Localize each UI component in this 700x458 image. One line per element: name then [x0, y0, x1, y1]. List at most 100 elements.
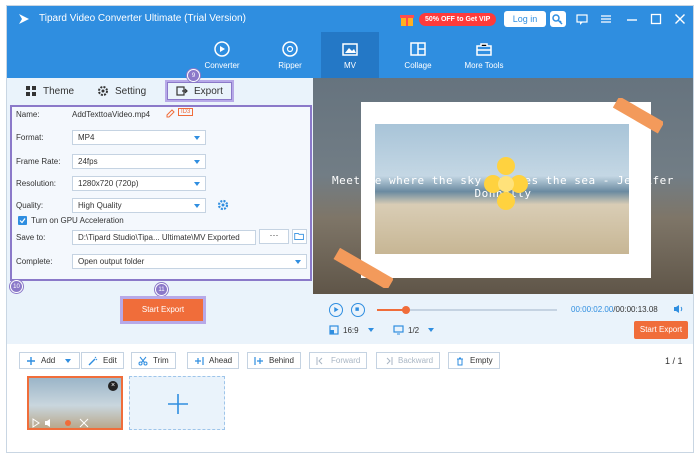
- backward-button[interactable]: Backward: [376, 352, 441, 369]
- start-export-button[interactable]: Start Export: [120, 296, 206, 324]
- close-icon[interactable]: [673, 12, 687, 26]
- nav-mv[interactable]: MV: [321, 32, 379, 78]
- panel-tabs: Theme Setting Export: [7, 78, 313, 102]
- tab-theme[interactable]: Theme: [25, 82, 74, 100]
- quality-select[interactable]: High Quality: [72, 198, 206, 213]
- nav-collage[interactable]: Collage: [389, 32, 447, 78]
- folder-icon: [294, 233, 304, 240]
- playback-controls: 00:00:02.00/00:00:13.08 16:9 1/2 Start E…: [313, 294, 693, 344]
- plus-icon: [168, 394, 188, 414]
- forward-button[interactable]: Forward: [309, 352, 368, 369]
- tab-label: Setting: [115, 85, 147, 97]
- volume-icon[interactable]: [672, 303, 684, 315]
- magic-wand-icon: [88, 356, 98, 365]
- app-title: Tipard Video Converter Ultimate (Trial V…: [39, 13, 246, 24]
- clip-thumbnail[interactable]: ×: [27, 376, 123, 430]
- aspect-ratio-value: 16:9: [343, 325, 359, 335]
- annotation-marker-9: 9: [187, 69, 200, 82]
- browse-button[interactable]: ···: [259, 229, 289, 244]
- clip-timeline: ×: [7, 374, 693, 452]
- tab-label: Export: [194, 85, 223, 97]
- chevron-left-icon: [316, 356, 323, 365]
- gift-icon: [400, 15, 414, 26]
- start-export-button-preview[interactable]: Start Export: [634, 321, 688, 339]
- tab-export[interactable]: Export: [165, 80, 234, 102]
- screen-page-select[interactable]: 1/2: [393, 325, 435, 335]
- progress-track[interactable]: [377, 306, 557, 314]
- forward-label: Forward: [331, 356, 361, 365]
- complete-select[interactable]: Open output folder: [72, 254, 307, 269]
- maximize-icon[interactable]: [649, 12, 663, 26]
- chevron-down-icon: [367, 328, 374, 332]
- app-logo-icon: [19, 14, 29, 24]
- plus-icon: [27, 356, 35, 365]
- promo-badge: 50% OFF to Get VIP: [419, 12, 497, 26]
- empty-button[interactable]: Empty: [448, 352, 500, 369]
- feedback-icon[interactable]: [575, 12, 589, 26]
- key-button[interactable]: [550, 11, 566, 27]
- stop-button[interactable]: [351, 303, 365, 317]
- orange-ribbon-decoration: [613, 98, 663, 134]
- saveto-value: D:\Tipard Studio\Tipa... Ultimate\MV Exp…: [78, 233, 240, 242]
- chevron-down-icon: [194, 136, 200, 140]
- toolbox-icon: [476, 43, 492, 56]
- progress-handle[interactable]: [401, 306, 410, 314]
- chevron-down-icon: [295, 260, 301, 264]
- play-icon: [334, 307, 339, 313]
- gpu-checkbox[interactable]: [18, 216, 27, 225]
- scissors-icon: [138, 356, 148, 365]
- saveto-path[interactable]: D:\Tipard Studio\Tipa... Ultimate\MV Exp…: [72, 230, 256, 245]
- behind-button[interactable]: Behind: [247, 352, 301, 369]
- chevron-right-icon: [386, 356, 393, 365]
- chevron-down-icon: [428, 328, 435, 332]
- edit-button[interactable]: Edit: [81, 352, 124, 369]
- login-button[interactable]: Log in: [504, 11, 546, 27]
- aspect-ratio-icon: [329, 325, 339, 335]
- vip-promo[interactable]: 50% OFF to Get VIP: [399, 11, 497, 27]
- mv-icon: [342, 43, 358, 56]
- ahead-button[interactable]: Ahead: [187, 352, 240, 369]
- complete-value: Open output folder: [78, 257, 145, 266]
- trash-icon: [457, 357, 463, 365]
- clip-close-icon[interactable]: ×: [108, 381, 118, 391]
- pencil-icon[interactable]: [165, 109, 175, 119]
- checkmark-icon: [19, 218, 26, 224]
- play-button[interactable]: [329, 303, 343, 317]
- screen-page-value: 1/2: [408, 325, 420, 335]
- add-button[interactable]: Add: [19, 352, 81, 369]
- gpu-label: Turn on GPU Acceleration: [31, 216, 124, 225]
- quality-settings-gear-icon[interactable]: [217, 199, 229, 211]
- export-settings-form: Name: AddTexttoaVideo.mp4 ID3 Format: MP…: [10, 105, 312, 281]
- nav-ripper[interactable]: Ripper: [261, 32, 319, 78]
- framerate-select[interactable]: 24fps: [72, 154, 206, 169]
- output-name: AddTexttoaVideo.mp4: [72, 110, 151, 119]
- aspect-ratio-select[interactable]: 16:9: [329, 325, 375, 335]
- orange-ribbon-decoration: [333, 248, 393, 288]
- key-icon: [552, 14, 563, 25]
- clip-toolbar: Add Edit Trim Ahead Behind Forward Backw…: [7, 344, 693, 374]
- name-label: Name:: [16, 110, 40, 119]
- ahead-label: Ahead: [209, 356, 233, 365]
- resolution-select[interactable]: 1280x720 (720p): [72, 176, 206, 191]
- resolution-label: Resolution:: [16, 179, 57, 188]
- nav-more-tools[interactable]: More Tools: [455, 32, 513, 78]
- nav-label: MV: [344, 61, 356, 70]
- annotation-marker-11: 11: [155, 283, 168, 296]
- annotation-marker-10: 10: [10, 280, 23, 293]
- nav-converter[interactable]: Converter: [193, 32, 251, 78]
- tab-setting[interactable]: Setting: [97, 82, 146, 100]
- minimize-icon[interactable]: [625, 12, 639, 26]
- format-select[interactable]: MP4: [72, 130, 206, 145]
- chevron-down-icon: [65, 358, 72, 363]
- open-folder-button[interactable]: [292, 229, 307, 244]
- export-icon: [176, 86, 188, 96]
- id3-badge[interactable]: ID3: [178, 108, 194, 116]
- menu-icon[interactable]: [599, 12, 613, 26]
- add-clip-slot[interactable]: [129, 376, 225, 430]
- complete-label: Complete:: [16, 257, 53, 266]
- nav-label: More Tools: [464, 61, 504, 70]
- theme-icon: [26, 86, 36, 96]
- trim-button[interactable]: Trim: [131, 352, 176, 369]
- saveto-label: Save to:: [16, 233, 46, 242]
- video-preview: Meet me where the sky touches the sea - …: [313, 78, 693, 294]
